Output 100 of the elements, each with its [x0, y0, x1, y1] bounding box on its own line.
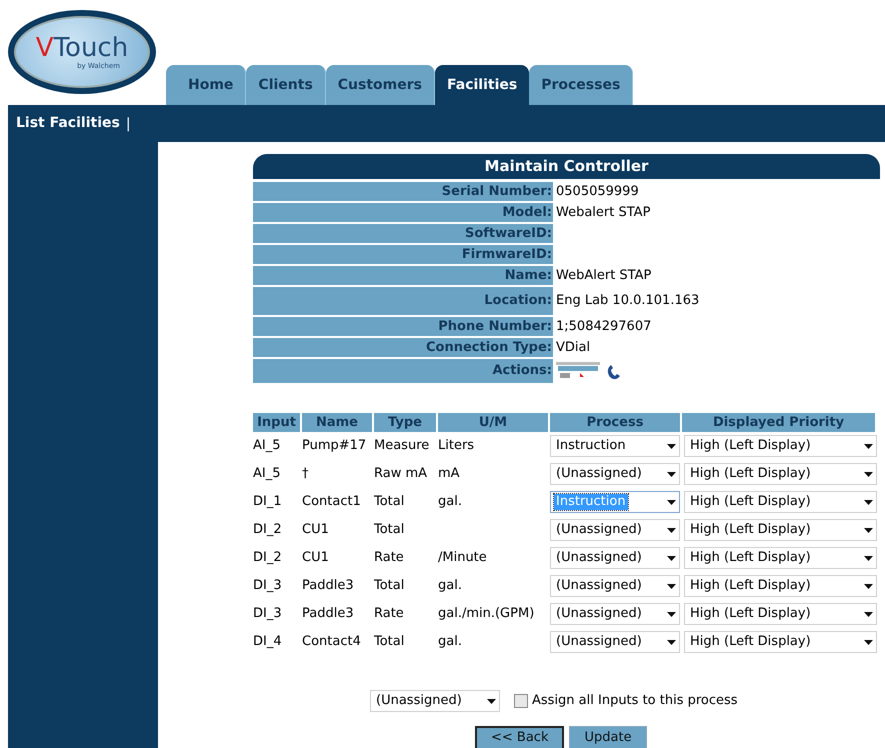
table-cell-text: Total	[374, 493, 406, 512]
caret-icon	[864, 444, 873, 448]
dropdown[interactable]: High (Left Display)	[684, 631, 877, 653]
panel-title: Maintain Controller	[253, 154, 880, 179]
table-cell: gal.	[438, 578, 462, 594]
field-label: Location:	[253, 287, 553, 315]
field-label: Actions:	[253, 359, 553, 383]
display-preview-icon[interactable]	[556, 362, 600, 380]
dropdown[interactable]: (Unassigned)	[370, 690, 500, 712]
form-button[interactable]: Update	[569, 726, 647, 748]
dropdown-value: High (Left Display)	[689, 494, 812, 510]
dropdown[interactable]: High (Left Display)	[684, 603, 877, 625]
caret-icon	[864, 584, 873, 588]
table-cell-text: CU1	[302, 521, 330, 540]
field-value: 0505059999	[556, 182, 639, 201]
table-cell-text: DI_2	[253, 521, 283, 540]
table-cell-text: Total	[374, 577, 406, 596]
checkbox-label: Assign all Inputs to this process	[532, 692, 738, 710]
dropdown-value: High (Left Display)	[689, 438, 812, 454]
caret-icon	[667, 444, 676, 448]
table-cell-text: CU1	[302, 549, 330, 568]
field-value: VDial	[556, 338, 590, 357]
table-cell: Liters	[438, 438, 474, 454]
nav-tab[interactable]: Facilities	[435, 65, 530, 105]
dropdown[interactable]: (Unassigned)	[550, 631, 680, 653]
column-header: Name	[302, 413, 372, 432]
table-cell-text: Raw mA	[374, 465, 428, 484]
dropdown-value: Instruction	[555, 438, 627, 454]
caret-icon	[864, 612, 873, 616]
column-header: Process	[550, 413, 680, 432]
table-cell-text: Pump#17	[302, 437, 368, 456]
dropdown-value: High (Left Display)	[689, 634, 812, 650]
caret-icon	[864, 556, 873, 560]
dropdown-value: (Unassigned)	[375, 693, 463, 709]
dropdown[interactable]: (Unassigned)	[550, 463, 680, 485]
table-cell: gal.	[438, 634, 462, 650]
caret-icon	[667, 500, 676, 504]
table-cell-text: Total	[374, 633, 406, 652]
table-cell-text: Paddle3	[302, 577, 355, 596]
caret-icon	[864, 472, 873, 476]
checkbox[interactable]	[514, 694, 528, 708]
field-value: Eng Lab 10.0.101.163	[556, 292, 700, 310]
dropdown[interactable]: (Unassigned)	[550, 575, 680, 597]
caret-icon	[667, 472, 676, 476]
table-cell-text: AI_5	[253, 437, 282, 456]
table-cell-text: Rate	[374, 549, 405, 568]
form-button[interactable]: << Back	[475, 726, 564, 748]
caret-icon	[667, 528, 676, 532]
table-cell-text: DI_3	[253, 577, 283, 596]
column-header: Displayed Priority	[682, 413, 875, 432]
nav-tab[interactable]: Clients	[246, 65, 326, 105]
dropdown[interactable]: High (Left Display)	[684, 491, 877, 513]
caret-icon	[864, 640, 873, 644]
table-cell: gal.	[438, 494, 462, 510]
dropdown-value: High (Left Display)	[689, 606, 812, 622]
dropdown[interactable]: High (Left Display)	[684, 575, 877, 597]
separator-text: |	[126, 116, 131, 130]
dropdown[interactable]: (Unassigned)	[550, 547, 680, 569]
dropdown[interactable]: (Unassigned)	[550, 603, 680, 625]
dropdown[interactable]: Instruction	[550, 435, 680, 457]
caret-icon	[864, 500, 873, 504]
dropdown[interactable]: (Unassigned)	[550, 519, 680, 541]
nav-tab[interactable]: Home	[166, 65, 246, 105]
field-value: WebAlert STAP	[556, 266, 652, 285]
table-cell-text: DI_4	[253, 633, 283, 652]
field-label: Model:	[253, 203, 553, 222]
nav-tab[interactable]: Customers	[326, 65, 435, 105]
caret-icon	[667, 640, 676, 644]
caret-icon	[864, 528, 873, 532]
dropdown-value: (Unassigned)	[555, 578, 643, 594]
field-label: Name:	[253, 266, 553, 285]
dropdown-value: High (Left Display)	[689, 578, 812, 594]
caret-icon	[667, 584, 676, 588]
dropdown-value: (Unassigned)	[555, 634, 643, 650]
caret-icon	[667, 556, 676, 560]
table-cell-text: †	[302, 465, 310, 484]
caret-icon	[487, 698, 496, 704]
field-label: FirmwareID:	[253, 245, 553, 264]
field-label: Connection Type:	[253, 338, 553, 357]
sub-navigation-link[interactable]: List Facilities	[16, 113, 120, 134]
field-value: Webalert STAP	[556, 204, 650, 222]
table-cell-text: Measure	[374, 437, 430, 456]
table-cell-text: Total	[374, 521, 406, 540]
caret-icon	[667, 612, 676, 616]
table-cell: mA	[438, 466, 460, 482]
dropdown[interactable]: High (Left Display)	[684, 463, 877, 485]
table-cell-text: Contact1	[302, 493, 362, 512]
dropdown-value: High (Left Display)	[689, 522, 812, 538]
nav-tab[interactable]: Processes	[529, 65, 634, 105]
table-cell-text: Paddle3	[302, 605, 355, 624]
dropdown[interactable]: High (Left Display)	[684, 519, 877, 541]
table-cell-text: Rate	[374, 605, 405, 624]
table-cell: gal./min.(GPM)	[438, 606, 534, 622]
dropdown[interactable]: High (Left Display)	[684, 547, 877, 569]
table-cell-text: DI_2	[253, 549, 283, 568]
column-header: U/M	[438, 413, 548, 432]
dropdown[interactable]: High (Left Display)	[684, 435, 877, 457]
table-cell-text: DI_3	[253, 605, 283, 624]
dropdown-value: Instruction	[554, 494, 628, 510]
column-header: Input	[253, 413, 300, 432]
